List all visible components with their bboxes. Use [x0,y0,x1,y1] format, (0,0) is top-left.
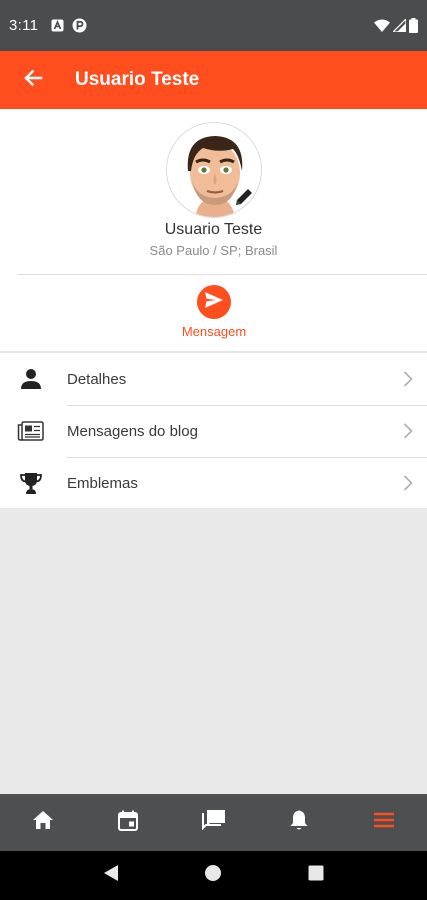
profile-location: São Paulo / SP; Brasil [149,243,278,258]
nav-menu[interactable] [342,794,427,851]
profile-panel: Usuario Teste São Paulo / SP; Brasil Men… [0,109,427,508]
chat-icon [201,809,226,836]
send-icon [204,291,224,314]
chevron-right-icon [403,422,413,445]
notification-a-icon [51,19,64,32]
wifi-icon [374,19,390,32]
chevron-right-icon [403,370,413,393]
menu-item-emblemas[interactable]: Emblemas [0,457,427,509]
status-system-icons [374,18,418,33]
home-icon [32,810,54,835]
recents-square-icon [308,865,324,886]
bell-icon [289,809,309,836]
app-bar: Usuario Teste [0,51,427,109]
notification-p-icon [72,18,87,33]
back-triangle-icon [103,864,119,887]
pencil-icon[interactable] [233,186,255,213]
system-home-button[interactable] [193,856,233,896]
newspaper-icon [0,405,67,457]
battery-icon [409,18,418,33]
bottom-nav [0,794,427,851]
menu-list: Detalhes Mensagens do blog Emblemas [0,353,427,509]
calendar-icon [118,810,139,836]
message-icon-circle [197,285,231,319]
message-label: Mensagem [181,324,247,339]
menu-item-mensagens-blog[interactable]: Mensagens do blog [0,405,427,457]
menu-item-label: Detalhes [67,370,127,388]
system-back-button[interactable] [91,856,131,896]
status-time: 3:11 [9,17,39,34]
nav-home[interactable] [0,794,85,851]
home-circle-icon [204,864,222,887]
message-button[interactable]: Mensagem [170,285,258,343]
status-bar: 3:11 [0,0,427,51]
person-icon [0,353,67,405]
menu-icon [373,812,395,833]
nav-notifications[interactable] [256,794,341,851]
nav-chat[interactable] [171,794,256,851]
avatar-container[interactable] [166,122,262,218]
arrow-back-icon [23,68,43,93]
profile-name: Usuario Teste [164,221,263,238]
page-title: Usuario Teste [75,69,200,90]
menu-item-label: Emblemas [67,474,138,492]
system-recents-button[interactable] [296,856,336,896]
menu-item-detalhes[interactable]: Detalhes [0,353,427,405]
chevron-right-icon [403,474,413,497]
nav-calendar[interactable] [85,794,170,851]
menu-item-label: Mensagens do blog [67,422,198,440]
status-notification-icons [51,18,87,33]
back-button[interactable] [0,51,66,109]
system-nav [0,851,427,900]
trophy-icon [0,457,67,509]
divider [18,274,427,275]
cell-signal-icon [393,19,406,32]
